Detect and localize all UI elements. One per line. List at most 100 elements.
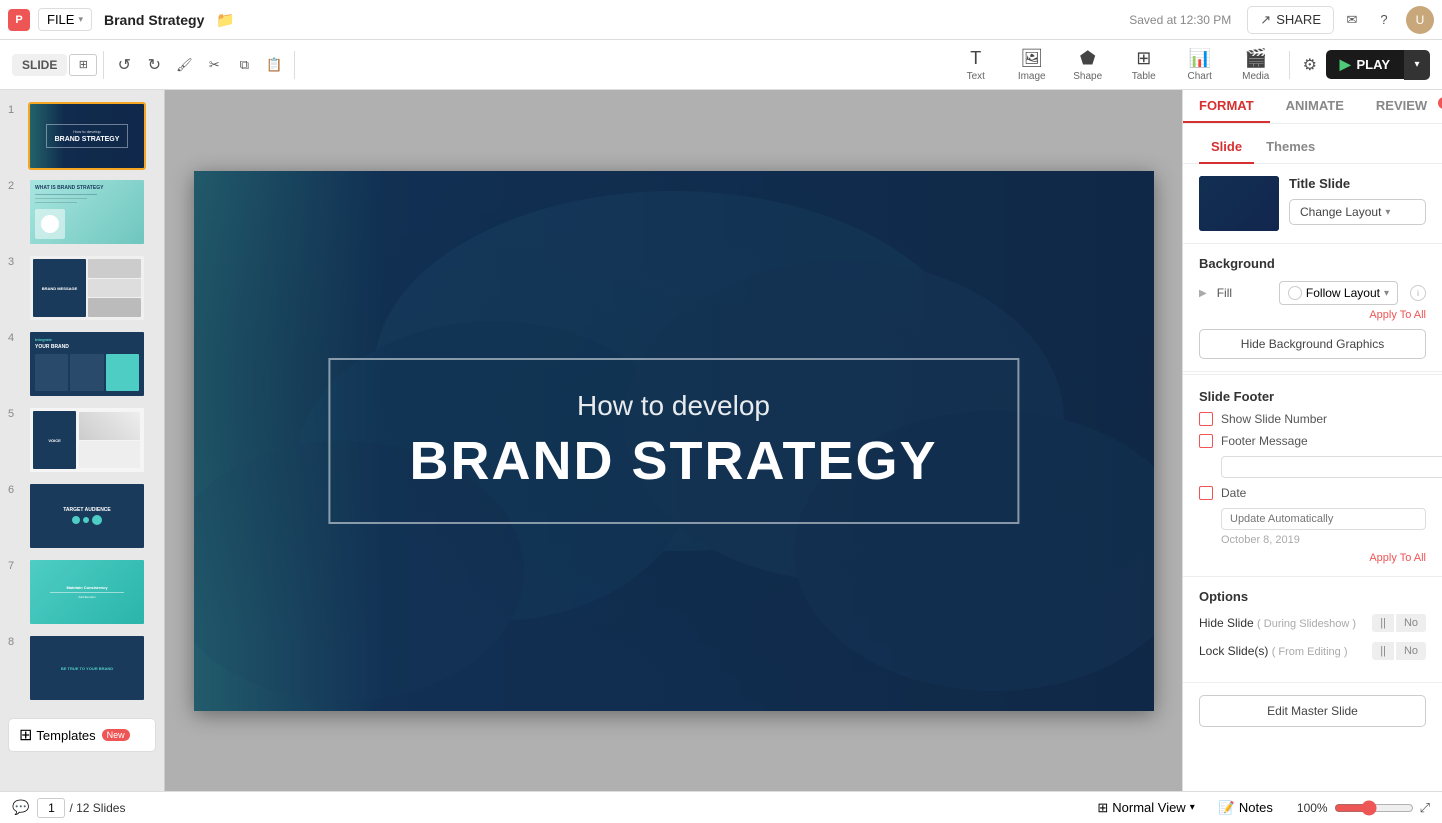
slide-tab-button[interactable]: SLIDE: [12, 54, 67, 76]
edit-master-slide-button[interactable]: Edit Master Slide: [1199, 695, 1426, 727]
table-icon: ⊞: [1136, 48, 1151, 69]
grid-view-toggle[interactable]: ⊞: [69, 54, 97, 76]
insert-chart-tool[interactable]: 📊 Chart: [1173, 43, 1227, 87]
show-number-label: Show Slide Number: [1221, 412, 1327, 426]
change-layout-chevron: ▾: [1385, 207, 1390, 218]
templates-button[interactable]: ⊞ Templates New: [8, 718, 156, 752]
slide-main-title: BRAND STRATEGY: [380, 430, 967, 492]
slide-item-7[interactable]: 7 Maintain Consistency Add Emotion: [0, 554, 164, 630]
redo-button[interactable]: ↻: [140, 51, 168, 79]
fill-label: Fill: [1217, 286, 1271, 300]
fill-info-button[interactable]: i: [1410, 285, 1426, 301]
insert-text-tool[interactable]: T Text: [949, 43, 1003, 87]
play-chevron-button[interactable]: ▾: [1404, 50, 1430, 80]
slide-item-1[interactable]: 1 How to develop BRAND STRATEGY: [0, 98, 164, 174]
slide-number-7: 7: [8, 558, 22, 572]
format-paint-button[interactable]: 🖌: [170, 51, 198, 79]
zoom-fit-icon[interactable]: ⤢: [1420, 800, 1430, 816]
lock-slide-row: Lock Slide(s) ( From Editing ) || No: [1199, 642, 1426, 660]
slide-item-3[interactable]: 3 BRAND MESSAGE: [0, 250, 164, 326]
help-button[interactable]: ?: [1370, 6, 1398, 34]
slide-subtitle: How to develop: [380, 390, 967, 422]
tab-themes[interactable]: Themes: [1254, 131, 1327, 164]
tab-review[interactable]: REVIEW: [1360, 90, 1442, 123]
slide-item-2[interactable]: 2 WHAT IS BRAND STRATEGY: [0, 174, 164, 250]
slide-item-8[interactable]: 8 BE TRUE TO YOUR BRAND: [0, 630, 164, 706]
insert-table-tool[interactable]: ⊞ Table: [1117, 43, 1171, 87]
toolbar: SLIDE ⊞ ↺ ↻ 🖌 ✂ ⧉ 📋 T Text 🖼 Image ⬟ Sha…: [0, 40, 1442, 90]
slide-item-5[interactable]: 5 VOICE: [0, 402, 164, 478]
zoom-slider[interactable]: [1334, 800, 1414, 816]
slide-number-1: 1: [8, 102, 22, 116]
slide-thumb-2: WHAT IS BRAND STRATEGY: [28, 178, 146, 246]
slide-item-6[interactable]: 6 TARGET AUDIENCE: [0, 478, 164, 554]
chat-icon[interactable]: 💬: [12, 799, 29, 816]
fill-expand-icon[interactable]: ▶: [1199, 288, 1207, 299]
hide-slide-toggle-no[interactable]: ||: [1372, 614, 1394, 632]
tab-slide[interactable]: Slide: [1199, 131, 1254, 164]
notes-button[interactable]: 📝 Notes: [1219, 800, 1273, 816]
lock-slide-toggle: || No: [1372, 642, 1426, 660]
copy-button[interactable]: ⧉: [230, 51, 258, 79]
undo-button[interactable]: ↺: [110, 51, 138, 79]
notifications-button[interactable]: ✉: [1338, 6, 1366, 34]
tab-animate[interactable]: ANIMATE: [1270, 90, 1360, 123]
date-auto-input[interactable]: [1221, 508, 1426, 530]
document-title: Brand Strategy: [104, 12, 204, 28]
background-apply-all[interactable]: Apply To All: [1199, 309, 1426, 321]
slide-canvas: How to develop BRAND STRATEGY: [194, 171, 1154, 711]
share-button[interactable]: ↗ SHARE: [1247, 6, 1334, 34]
insert-shape-tool[interactable]: ⬟ Shape: [1061, 43, 1115, 87]
slide-thumb-7: Maintain Consistency Add Emotion: [28, 558, 146, 626]
view-mode-selector[interactable]: ⊞ Normal View ▾: [1097, 800, 1194, 816]
footer-message-input[interactable]: [1221, 456, 1442, 478]
layout-info: Title Slide Change Layout ▾: [1289, 176, 1426, 225]
slide-number-2: 2: [8, 178, 22, 192]
paste-button[interactable]: 📋: [260, 51, 288, 79]
show-number-checkbox[interactable]: [1199, 412, 1213, 426]
share-label: SHARE: [1276, 12, 1321, 27]
separator-1: [1183, 374, 1442, 375]
view-chevron-icon: ▾: [1190, 802, 1195, 813]
play-area: ▶ PLAY ▾: [1326, 50, 1430, 80]
lock-slide-toggle-no[interactable]: ||: [1372, 642, 1394, 660]
file-menu-button[interactable]: FILE ▾: [38, 8, 92, 31]
fill-select-dropdown[interactable]: Follow Layout ▾: [1279, 281, 1398, 305]
insert-media-tool[interactable]: 🎬 Media: [1229, 43, 1283, 87]
options-section: Options Hide Slide ( During Slideshow ) …: [1183, 577, 1442, 683]
settings-button[interactable]: ⚙: [1296, 51, 1324, 79]
fill-chevron-icon: ▾: [1384, 288, 1389, 299]
footer-message-label: Footer Message: [1221, 434, 1308, 448]
insert-image-tool[interactable]: 🖼 Image: [1005, 43, 1059, 87]
show-number-row: Show Slide Number: [1199, 412, 1426, 426]
hide-slide-toggle-yes[interactable]: No: [1396, 614, 1426, 632]
date-checkbox[interactable]: [1199, 486, 1213, 500]
layout-name-label: Title Slide: [1289, 176, 1426, 191]
templates-icon: ⊞: [19, 725, 32, 745]
cut-button[interactable]: ✂: [200, 51, 228, 79]
toolbar-separator-3: [1289, 51, 1290, 79]
tab-format[interactable]: FORMAT: [1183, 90, 1270, 123]
fill-row: ▶ Fill Follow Layout ▾ i: [1199, 281, 1426, 305]
lock-slide-toggle-yes[interactable]: No: [1396, 642, 1426, 660]
hide-slide-row: Hide Slide ( During Slideshow ) || No: [1199, 614, 1426, 632]
date-label: Date: [1221, 486, 1246, 500]
background-title: Background: [1199, 256, 1426, 271]
play-button[interactable]: ▶ PLAY: [1326, 50, 1404, 79]
bottom-bar: 💬 / 12 Slides ⊞ Normal View ▾ 📝 Notes 10…: [0, 791, 1442, 823]
slide-themes-tabs: Slide Themes: [1183, 124, 1442, 164]
save-status: Saved at 12:30 PM: [1129, 13, 1231, 27]
hide-background-button[interactable]: Hide Background Graphics: [1199, 329, 1426, 359]
folder-icon: 📁: [216, 11, 235, 29]
slide-number-6: 6: [8, 482, 22, 496]
footer-message-checkbox[interactable]: [1199, 434, 1213, 448]
footer-apply-all[interactable]: Apply To All: [1199, 552, 1426, 564]
page-number-input[interactable]: [37, 798, 65, 818]
change-layout-button[interactable]: Change Layout ▾: [1289, 199, 1426, 225]
format-tabs-row: FORMAT ANIMATE REVIEW 2: [1183, 90, 1442, 124]
toolbar-separator-1: [103, 51, 104, 79]
fill-color-swatch: [1288, 286, 1302, 300]
slide-item-4[interactable]: 4 Integrate YOUR BRAND: [0, 326, 164, 402]
user-avatar[interactable]: U: [1406, 6, 1434, 34]
main-content: 1 How to develop BRAND STRATEGY 2 WHAT I…: [0, 90, 1442, 791]
